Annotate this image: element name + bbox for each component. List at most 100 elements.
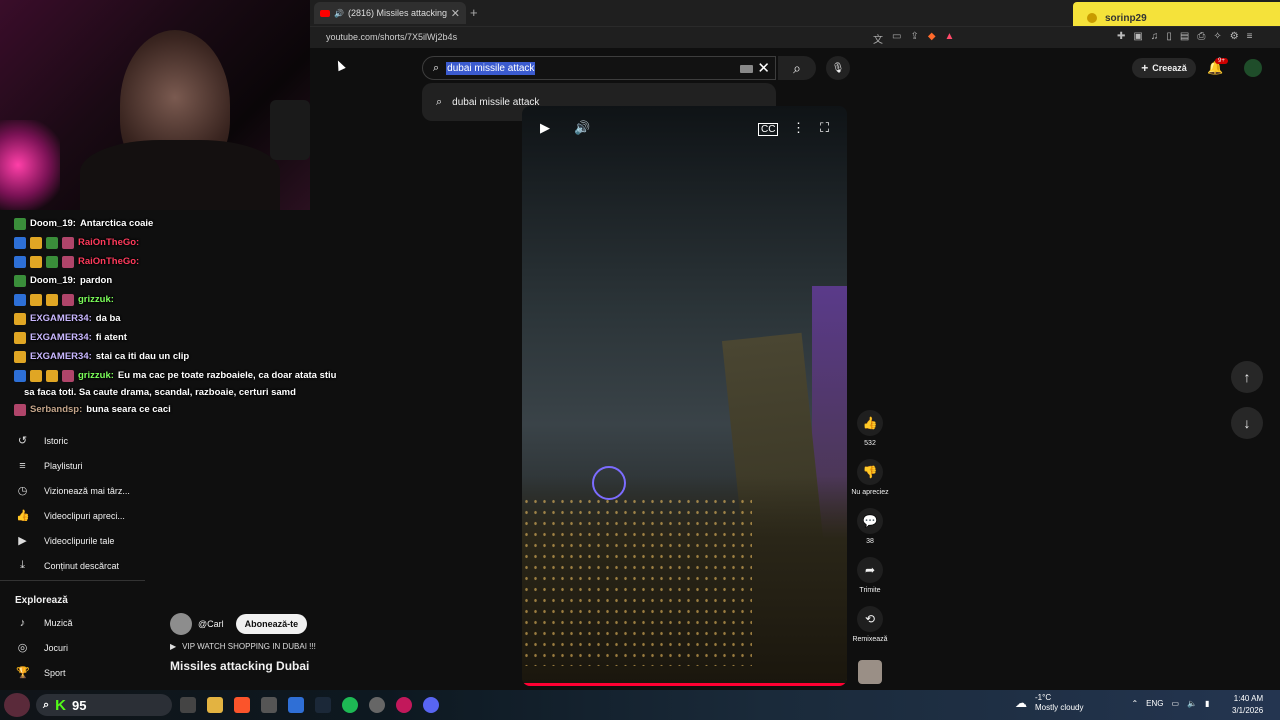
- url-field[interactable]: youtube.com/shorts/7X5ilWj2b4s: [326, 32, 457, 42]
- video-icon: ▶: [18, 535, 27, 547]
- system-tray: ☁ -1°C Mostly cloudy ⌃ ENG ▭ 🔈 ▮: [1015, 693, 1209, 713]
- brave-icon[interactable]: [234, 697, 250, 713]
- thumbs-down-icon[interactable]: 👎: [857, 459, 883, 485]
- shield-icon[interactable]: ◆: [928, 31, 936, 46]
- reader-icon[interactable]: ▭: [892, 31, 901, 46]
- share-icon[interactable]: ⇪: [910, 31, 918, 46]
- sidebar-icon[interactable]: ▯: [1166, 31, 1172, 42]
- translate-icon[interactable]: 文: [873, 31, 883, 46]
- account-avatar[interactable]: [1244, 59, 1262, 77]
- store-icon[interactable]: [288, 697, 304, 713]
- search-icon: ⌕: [436, 95, 443, 108]
- captions-button[interactable]: CC: [758, 123, 779, 136]
- next-short-button[interactable]: ↓: [1231, 407, 1263, 439]
- fullscreen-icon[interactable]: ⛶: [820, 120, 829, 136]
- sidebar-item[interactable]: ≡ Playlisturi: [0, 453, 145, 478]
- sidebar-item[interactable]: ▶ Videoclipurile tale: [0, 528, 145, 553]
- puzzle-icon[interactable]: ✚: [1117, 31, 1125, 42]
- keyboard-icon[interactable]: [740, 65, 753, 73]
- sidebar-item[interactable]: 👍 Videoclipuri apreci...: [0, 503, 145, 528]
- chat-username: Serbandsp:: [30, 404, 83, 415]
- chat-text: Eu ma cac pe toate razboaiele, ca doar a…: [117, 370, 337, 381]
- new-tab-button[interactable]: +: [470, 5, 478, 20]
- subscribe-button[interactable]: Abonează-te: [235, 614, 308, 634]
- sidebar-item[interactable]: ◷ Vizionează mai târz...: [0, 478, 145, 503]
- volume-icon[interactable]: 🔈: [1187, 699, 1197, 708]
- tabs-icon[interactable]: ▤: [1180, 31, 1189, 42]
- clock-time: 1:40 AM: [1233, 694, 1264, 703]
- notification-badge: 9+: [1215, 58, 1228, 64]
- microphone: [270, 100, 310, 160]
- chat-message: RaiOnTheGo:: [14, 252, 384, 271]
- search-input[interactable]: dubai missile attack: [446, 61, 536, 75]
- short-video-player[interactable]: ▶ 🔊 CC ⋮ ⛶: [522, 106, 847, 686]
- sound-thumbnail[interactable]: [858, 660, 882, 684]
- network-icon[interactable]: ▭: [1172, 699, 1180, 708]
- share-action[interactable]: ➦ Trimite: [848, 557, 892, 606]
- sidebar-item[interactable]: ◎ Jocuri: [0, 635, 145, 660]
- clear-search-icon[interactable]: ✕: [757, 59, 770, 77]
- file-explorer-icon[interactable]: [207, 697, 223, 713]
- address-bar: youtube.com/shorts/7X5ilWj2b4s 文 ▭ ⇪ ◆ ▲…: [310, 26, 1280, 48]
- short-sound[interactable]: ▶ VIP WATCH SHOPPING IN DUBAI !!!: [170, 642, 316, 651]
- clock-date: 3/1/2026: [1232, 706, 1264, 715]
- wallet-icon[interactable]: ▣: [1133, 31, 1142, 42]
- channel-name[interactable]: @Carl: [198, 619, 224, 629]
- chat-badge-icon: [46, 255, 58, 268]
- sidebar-item-label: Conținut descărcat: [44, 560, 120, 571]
- sidebar-item[interactable]: ⤓ Conținut descărcat: [0, 553, 145, 578]
- browser-tab[interactable]: 🔊 (2816) Missiles attacking Dubai ✕: [314, 2, 466, 24]
- obs-icon[interactable]: [261, 697, 277, 713]
- arrow-down-icon: ↓: [1243, 415, 1251, 431]
- search-button[interactable]: ⌕: [778, 56, 816, 80]
- app-icon[interactable]: [369, 697, 385, 713]
- discord-icon[interactable]: [423, 697, 439, 713]
- chevron-up-icon[interactable]: ⌃: [1131, 699, 1138, 708]
- favorites-icon[interactable]: ✧: [1213, 31, 1221, 42]
- menu-icon[interactable]: ≡: [1247, 31, 1253, 42]
- share-arrow-icon[interactable]: ➦: [857, 557, 883, 583]
- play-button[interactable]: ▶: [540, 120, 550, 136]
- comments-action[interactable]: 💬 38: [848, 508, 892, 557]
- channel-avatar[interactable]: [170, 613, 192, 635]
- close-tab-icon[interactable]: ✕: [451, 7, 460, 20]
- taskbar-search[interactable]: ⌕ K 95: [36, 694, 172, 716]
- spotify-icon[interactable]: [342, 697, 358, 713]
- chat-badge-icon: [46, 293, 58, 306]
- voice-search-button[interactable]: 🎙: [826, 56, 850, 80]
- music-icon[interactable]: ♫: [1151, 31, 1159, 42]
- sidebar-item[interactable]: 🏆 Sport: [0, 660, 145, 685]
- more-options-icon[interactable]: ⋮: [792, 120, 805, 136]
- steam-icon[interactable]: [315, 697, 331, 713]
- like-action[interactable]: 👍 532: [848, 410, 892, 459]
- language-indicator[interactable]: ENG: [1146, 699, 1163, 708]
- battery-icon[interactable]: ▮: [1205, 699, 1209, 708]
- weather-widget[interactable]: -1°C Mostly cloudy: [1035, 693, 1083, 713]
- chat-message: grizzuk: Eu ma cac pe toate razboaiele, c…: [14, 366, 384, 385]
- video-progress-bar[interactable]: [522, 683, 847, 686]
- thumbs-up-icon[interactable]: 👍: [857, 410, 883, 436]
- clock[interactable]: 1:40 AM 3/1/2026: [1232, 693, 1263, 717]
- remix-icon[interactable]: ⟲: [857, 606, 883, 632]
- task-view-icon[interactable]: [180, 697, 196, 713]
- speaker-icon[interactable]: 🔊: [334, 9, 344, 18]
- arrow-up-icon: ↑: [1243, 369, 1251, 385]
- sidebar-item[interactable]: ↺ Istoric: [0, 428, 145, 453]
- address-bar-actions: 文 ▭ ⇪ ◆ ▲: [873, 31, 954, 46]
- stream-chat: Doom_19: Antarctica coaie RaiOnTheGo: RaiOn…: [14, 214, 384, 419]
- remix-action[interactable]: ⟲ Remixează: [848, 606, 892, 655]
- sidebar-item[interactable]: ♪ Muzică: [0, 610, 145, 635]
- search-icon: ⌕: [793, 59, 801, 76]
- previous-short-button[interactable]: ↑: [1231, 361, 1263, 393]
- dislike-label: Nu apreciez: [851, 489, 889, 496]
- comment-icon[interactable]: 💬: [857, 508, 883, 534]
- opera-icon[interactable]: [396, 697, 412, 713]
- settings-icon[interactable]: ⚙: [1230, 31, 1239, 42]
- volume-icon[interactable]: 🔊: [574, 120, 590, 136]
- rewards-icon[interactable]: ▲: [945, 31, 955, 46]
- create-button[interactable]: + Creează: [1132, 58, 1196, 78]
- search-box[interactable]: ⌕ dubai missile attack ✕: [422, 56, 776, 80]
- dislike-action[interactable]: 👎 Nu apreciez: [848, 459, 892, 508]
- chat-message: EXGAMER34: fi atent: [14, 328, 384, 347]
- print-icon[interactable]: ⎙: [1197, 31, 1205, 42]
